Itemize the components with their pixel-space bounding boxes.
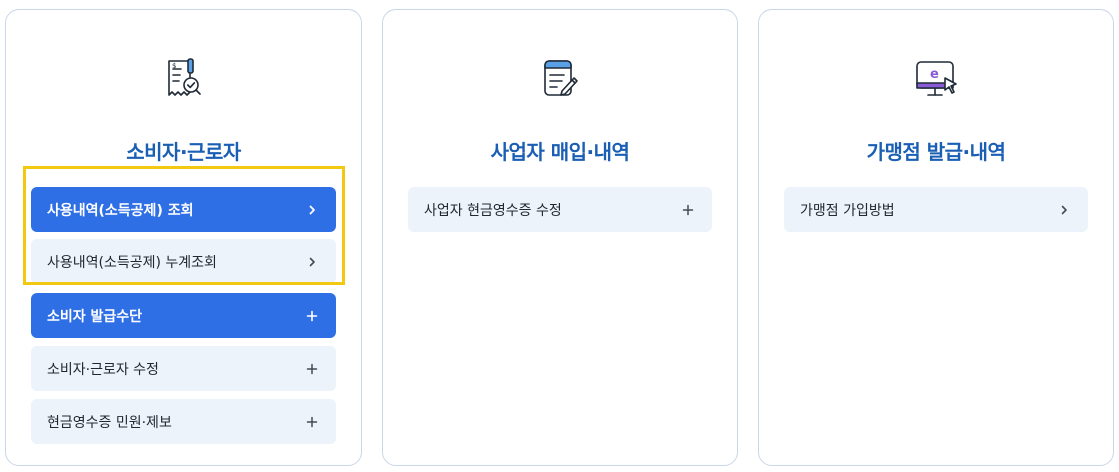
chevron-right-icon [304, 202, 320, 218]
receipt-check-icon: $ [159, 54, 209, 104]
chevron-right-icon [1056, 202, 1072, 218]
card-title: 소비자·근로자 [126, 140, 241, 164]
document-pencil-icon [535, 54, 585, 104]
card-title: 가맹점 발급·내역 [866, 140, 1006, 164]
svg-text:e: e [930, 67, 939, 82]
menu-usage-cumulative[interactable]: 사용내역(소득공제) 누계조회 [31, 239, 336, 284]
card-consumer-worker: $ 소비자·근로자 사용내역(소득공제) 조회 사용내역(소득공제) 누계조회 … [5, 9, 362, 466]
menu-label: 사용내역(소득공제) 조회 [47, 202, 194, 219]
plus-icon [304, 414, 320, 430]
card-title: 사업자 매입·내역 [490, 140, 630, 164]
monitor-e-icon: e [911, 54, 961, 104]
menu-merchant-join[interactable]: 가맹점 가입방법 [784, 187, 1088, 232]
menu-label: 현금영수증 민원·제보 [47, 414, 172, 431]
card-business-purchase: 사업자 매입·내역 사업자 현금영수증 수정 [382, 9, 738, 466]
chevron-right-icon [304, 254, 320, 270]
menu-usage-history[interactable]: 사용내역(소득공제) 조회 [31, 187, 336, 232]
plus-icon [680, 202, 696, 218]
menu-label: 사용내역(소득공제) 누계조회 [47, 254, 217, 271]
plus-icon [304, 308, 320, 324]
menu-label: 사업자 현금영수증 수정 [424, 202, 562, 219]
card-merchant-issuance: e 가맹점 발급·내역 가맹점 가입방법 [758, 9, 1114, 466]
menu-label: 소비자 발급수단 [47, 308, 143, 325]
menu-label: 소비자·근로자 수정 [47, 361, 159, 378]
menu-complaint-report[interactable]: 현금영수증 민원·제보 [31, 399, 336, 444]
plus-icon [304, 361, 320, 377]
menu-consumer-edit[interactable]: 소비자·근로자 수정 [31, 346, 336, 391]
menu-label: 가맹점 가입방법 [800, 202, 895, 219]
svg-text:$: $ [172, 62, 176, 70]
menu-consumer-issuance[interactable]: 소비자 발급수단 [31, 293, 336, 338]
menu-business-receipt-edit[interactable]: 사업자 현금영수증 수정 [408, 187, 712, 232]
